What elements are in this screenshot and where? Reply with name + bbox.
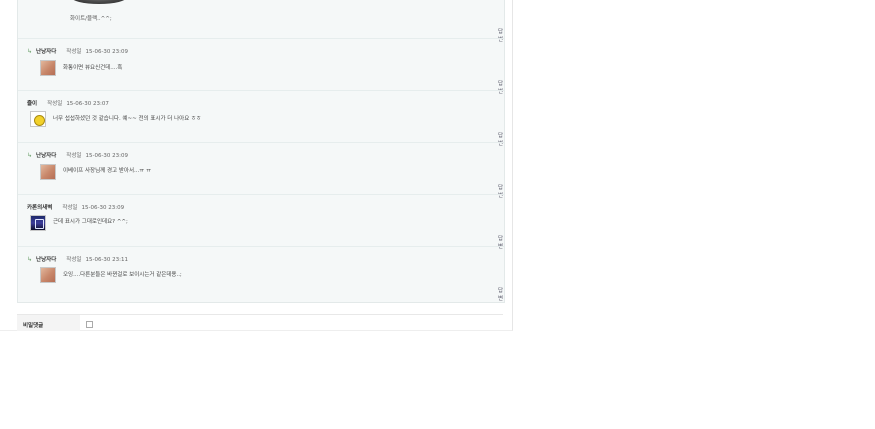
comment-text: 너무 섭섭하셨던 것 같습니다. 예~~ 전의 표시가 더 나아요 ㅎㅎ	[53, 116, 202, 122]
comment-text: 화통이면 뷰요신건데....흑	[63, 65, 123, 71]
top-comment-text: 화이트/블랙..^^;	[70, 16, 112, 22]
comment-date: 15-06-30 23:09	[85, 49, 129, 55]
comment-text: 오잉....다른분들은 바뀐걸로 보이시는거 같은데용..;	[63, 272, 182, 278]
reply-button[interactable]: 답변	[498, 27, 504, 43]
night-avatar-icon	[30, 215, 46, 231]
reply-arrow-icon: ↳	[27, 152, 33, 159]
date-label: 작성일	[66, 257, 82, 263]
divider	[18, 142, 504, 143]
comment-date: 15-06-30 23:11	[85, 257, 129, 263]
attached-image	[71, 0, 127, 4]
comment-date: 15-06-30 23:09	[85, 153, 129, 159]
comment-date: 15-06-30 23:09	[81, 205, 125, 211]
comment-author[interactable]: 난낭자다	[36, 257, 56, 263]
pikachu-avatar-icon	[30, 111, 46, 127]
reply-button[interactable]: 답변	[498, 79, 504, 95]
secret-comment-label: 비밀댓글	[17, 315, 80, 331]
comment-author[interactable]: 카론의새벽	[27, 205, 52, 211]
date-label: 작성일	[47, 101, 63, 107]
divider	[18, 246, 504, 247]
board-frame: 화이트/블랙..^^; 답변 ↳ 난낭자다 작성일 15-06-30 23:09 화통…	[0, 0, 513, 331]
reply-arrow-icon: ↳	[27, 48, 33, 55]
comment-text: 이베이프 사장님께 경고 받아서...ㅠ ㅠ	[63, 168, 152, 174]
comment-author[interactable]: 난낭자다	[36, 49, 56, 55]
reply-button[interactable]: 답변	[498, 286, 504, 302]
comment-author[interactable]: 난낭자다	[36, 153, 56, 159]
reply-button[interactable]: 답변	[498, 131, 504, 147]
photo-avatar-icon	[40, 60, 56, 76]
date-label: 작성일	[66, 49, 82, 55]
divider	[18, 90, 504, 91]
comment-text: 근데 표시가 그대로인데요? ^^;	[53, 219, 128, 225]
divider	[18, 38, 504, 39]
comment-date: 15-06-30 23:07	[66, 101, 109, 107]
comment-author[interactable]: 줄이	[27, 101, 37, 107]
date-label: 작성일	[66, 153, 82, 159]
reply-arrow-icon: ↳	[27, 256, 33, 263]
reply-button[interactable]: 답변	[498, 234, 504, 250]
secret-comment-checkbox[interactable]	[86, 321, 93, 328]
photo-avatar-icon	[40, 164, 56, 180]
secret-comment-row: 비밀댓글	[17, 314, 503, 331]
comment-list: 화이트/블랙..^^; 답변 ↳ 난낭자다 작성일 15-06-30 23:09 화통…	[17, 0, 505, 303]
date-label: 작성일	[62, 205, 78, 211]
reply-button[interactable]: 답변	[498, 183, 504, 199]
divider	[18, 194, 504, 195]
photo-avatar-icon	[40, 267, 56, 283]
